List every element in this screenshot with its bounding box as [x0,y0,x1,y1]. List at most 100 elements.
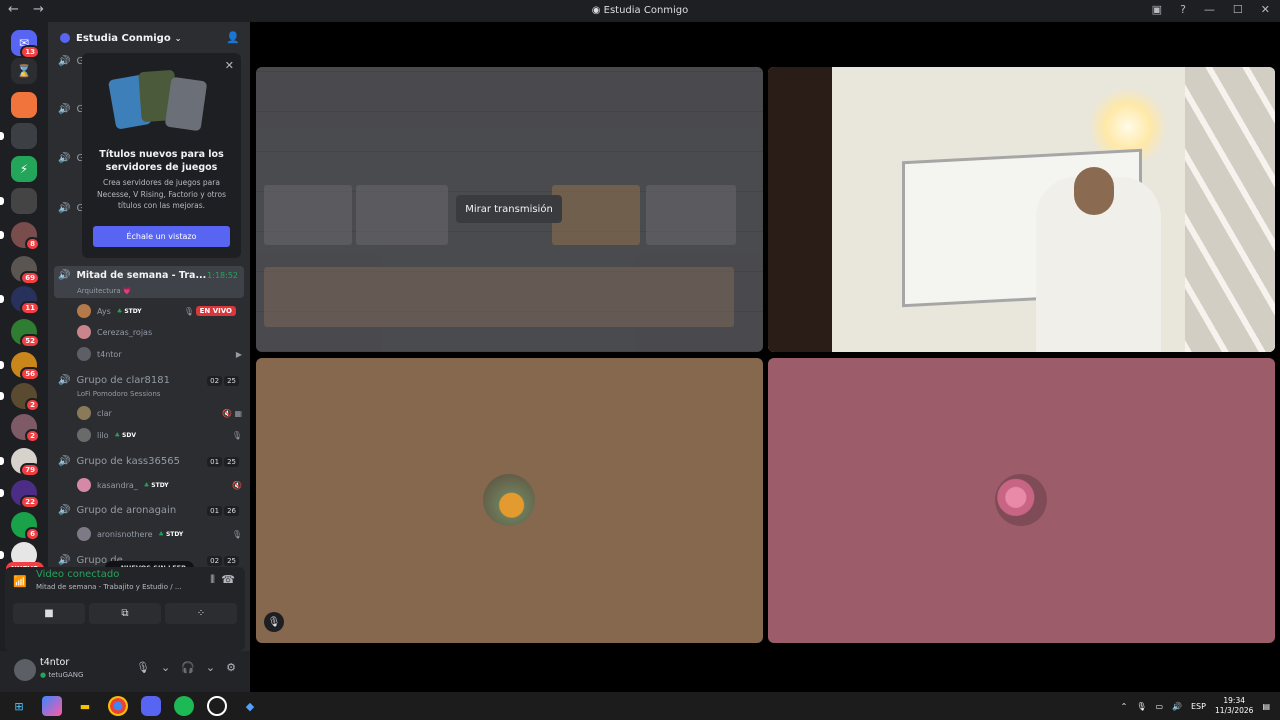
noise-suppression-icon[interactable]: ⦀ [210,573,215,587]
mention-badge: 6 [25,527,40,541]
server-icon[interactable] [11,92,37,118]
discord-icon[interactable] [141,696,161,716]
unread-indicator [0,489,4,497]
server-icon[interactable]: 2 [11,414,40,443]
server-icon[interactable]: 56 [0,352,40,381]
count-current: 01 [207,456,223,467]
user-name: t4ntor [97,349,122,359]
mention-badge: 11 [20,301,40,315]
avatar [77,406,91,420]
headphones-icon[interactable]: 🎧 [181,661,195,674]
voice-user[interactable]: kasandra_ ♣ STDY 🔇 [77,478,242,492]
copilot-icon[interactable] [42,696,62,716]
server-icon[interactable]: 6 [11,512,40,541]
watch-stream-button[interactable]: Mirar transmisión [456,195,562,223]
activities-button[interactable]: ⁘ [165,603,237,624]
file-explorer-icon[interactable]: ▬ [75,696,95,716]
participant-tile[interactable] [768,358,1275,643]
participant-avatar [995,474,1047,526]
promo-body: Crea servidores de juegos para Necesse, … [96,178,227,210]
help-icon[interactable]: ? [1180,3,1186,16]
server-icon[interactable]: ✉ 13 [11,30,40,59]
server-badge-icon [60,33,70,43]
voice-channel[interactable]: 🔊 Grupo de kass36565 01 25 [58,456,243,467]
close-button[interactable]: ✕ [1261,3,1270,16]
voice-user[interactable]: clar 🔇 ▦ [77,406,242,420]
user-count: 01 26 [207,505,239,516]
server-icon[interactable]: 8 [0,222,40,251]
microphone-icon[interactable]: 🎙 [136,661,150,674]
notifications-icon[interactable]: ▤ [1262,702,1270,711]
server-icon[interactable] [0,123,37,149]
server-header[interactable]: Estudia Conmigo ⌄ 👤 [48,22,250,54]
chevron-down-icon[interactable]: ⌄ [206,661,215,674]
chevron-up-icon[interactable]: ⌃ [1121,702,1128,711]
channel-name: Mitad de semana - Tra... [76,270,207,281]
user-name: Cerezas_rojas [97,327,153,337]
clock[interactable]: 19:34 11/3/2026 [1215,696,1253,716]
promo-cta-button[interactable]: Échale un vistazo [93,226,230,247]
start-icon[interactable]: ⊞ [9,696,29,716]
server-icon[interactable]: ⌛ [11,58,37,84]
minimize-button[interactable]: — [1204,3,1215,16]
speaker-icon: 🔊 [58,104,71,115]
chrome-icon[interactable] [108,696,128,716]
network-icon[interactable]: ▭ [1155,702,1163,711]
server-icon[interactable]: 2 [0,383,40,412]
voice-channel-name[interactable]: Mitad de semana - Trabajito y Estudio / … [36,583,182,591]
server-icon[interactable]: ⚡ [11,156,37,182]
spotify-icon[interactable] [174,696,194,716]
clock-date: 11/3/2026 [1214,706,1254,715]
voice-user[interactable]: t4ntor ▶ [77,347,242,361]
voice-channel[interactable]: 🔊 Grupo de aronagain 01 26 [58,505,243,516]
avatar[interactable] [14,659,36,681]
clock-time: 19:34 [1223,696,1246,705]
screen-icon[interactable]: ▣ [1152,3,1162,16]
mention-badge: 2 [25,429,40,443]
server-icon[interactable]: 52 [11,319,40,348]
voice-user[interactable]: Cerezas_rojas [77,325,242,339]
chevron-down-icon[interactable]: ⌄ [161,661,170,674]
user-name: kasandra_ [97,480,138,490]
app-icon[interactable]: ◆ [240,696,260,716]
signal-icon[interactable]: 📶 [13,575,27,588]
avatar [77,478,91,492]
language-indicator[interactable]: ESP [1191,702,1206,711]
participant-tile[interactable] [256,358,763,643]
voice-channel[interactable]: 🔊 Grupo de clar8181 02 25 [58,375,243,386]
voice-user[interactable]: aronisnothere ♣ STDY 🎙 [77,527,242,541]
speaker-icon: 🔊 [58,505,71,516]
voice-user[interactable]: Ays ♣ STDY 🎙 EN VIVO [77,304,242,318]
voice-connection-panel: 📶 Video conectado Mitad de semana - Trab… [5,567,245,651]
promo-title: Títulos nuevos para los servidores de ju… [99,149,224,173]
user-status: ● tetuGANG [40,671,83,679]
speaker-icon: 🔊 [58,203,71,214]
maximize-button[interactable]: ☐ [1233,3,1243,16]
server-icon[interactable]: 22 [0,480,40,509]
voice-user[interactable]: lilo ♣ SDV 🎙 [77,428,242,442]
screen-share-icon: ⧉ [121,608,129,619]
game-art-illustration [107,69,212,132]
unread-indicator [0,361,4,369]
close-icon[interactable]: ✕ [225,59,234,72]
camera-tile[interactable] [768,67,1275,352]
screen-share-button[interactable]: ⧉ [89,603,161,624]
server-icon[interactable] [0,188,37,214]
volume-icon[interactable]: 🔊 [1172,702,1182,711]
disconnect-icon[interactable]: ☎ [221,573,235,586]
server-icon[interactable]: 79 [0,448,40,477]
microphone-icon[interactable]: 🎙 [1136,702,1146,711]
channel-name: Grupo de clar8181 [76,375,170,386]
guild-tag: ♣ STDY [143,481,169,489]
invite-people-icon[interactable]: 👤 [226,31,240,44]
user-count: 02 25 [207,555,239,566]
camera-button[interactable]: ■ [13,603,85,624]
camera-icon: ▶ [235,349,242,359]
guild-tag-text: STDY [124,307,142,315]
server-icon[interactable]: 69 [11,256,40,285]
obs-icon[interactable] [207,696,227,716]
stream-tile[interactable]: Mirar transmisión [256,67,763,352]
preview-card [552,185,640,245]
settings-icon[interactable]: ⚙ [226,661,236,674]
server-icon[interactable]: 11 [0,286,40,315]
